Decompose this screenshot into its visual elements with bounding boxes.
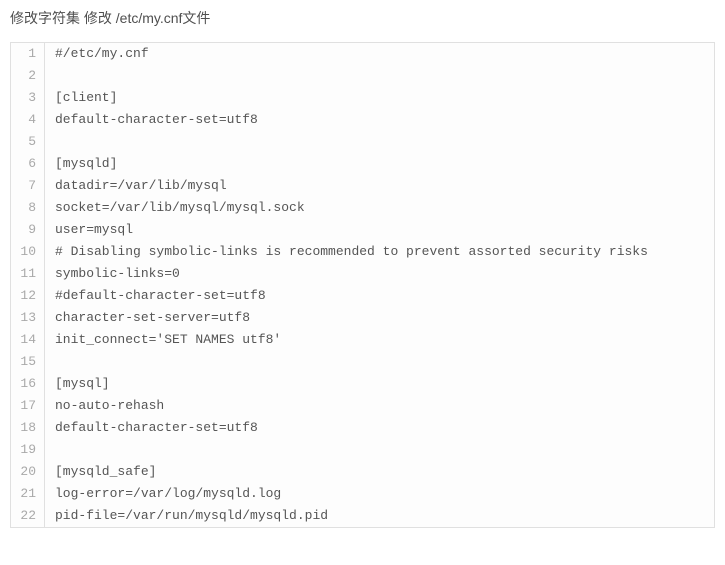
- code-row: 3[client]: [11, 87, 714, 109]
- code-line: user=mysql: [45, 219, 133, 241]
- code-row: 9user=mysql: [11, 219, 714, 241]
- line-number: 3: [11, 87, 45, 109]
- code-row: 7datadir=/var/lib/mysql: [11, 175, 714, 197]
- line-number: 15: [11, 351, 45, 373]
- code-row: 17no-auto-rehash: [11, 395, 714, 417]
- line-number: 8: [11, 197, 45, 219]
- line-number: 5: [11, 131, 45, 153]
- code-row: 13character-set-server=utf8: [11, 307, 714, 329]
- code-line: [mysqld_safe]: [45, 461, 156, 483]
- code-line: no-auto-rehash: [45, 395, 164, 417]
- code-line: [mysql]: [45, 373, 110, 395]
- code-row: 6[mysqld]: [11, 153, 714, 175]
- code-row: 20[mysqld_safe]: [11, 461, 714, 483]
- line-number: 4: [11, 109, 45, 131]
- code-line: init_connect='SET NAMES utf8': [45, 329, 281, 351]
- code-line: log-error=/var/log/mysqld.log: [45, 483, 281, 505]
- code-line: [client]: [45, 87, 117, 109]
- code-row: 16[mysql]: [11, 373, 714, 395]
- code-line: datadir=/var/lib/mysql: [45, 175, 227, 197]
- code-row: 18default-character-set=utf8: [11, 417, 714, 439]
- code-row: 5: [11, 131, 714, 153]
- code-block: 1#/etc/my.cnf23[client]4default-characte…: [10, 42, 715, 528]
- line-number: 21: [11, 483, 45, 505]
- line-number: 18: [11, 417, 45, 439]
- code-row: 4default-character-set=utf8: [11, 109, 714, 131]
- line-number: 2: [11, 65, 45, 87]
- code-line: pid-file=/var/run/mysqld/mysqld.pid: [45, 505, 328, 527]
- code-row: 11symbolic-links=0: [11, 263, 714, 285]
- line-number: 10: [11, 241, 45, 263]
- code-line: default-character-set=utf8: [45, 109, 258, 131]
- code-row: 8socket=/var/lib/mysql/mysql.sock: [11, 197, 714, 219]
- code-row: 2: [11, 65, 714, 87]
- line-number: 17: [11, 395, 45, 417]
- line-number: 9: [11, 219, 45, 241]
- line-number: 12: [11, 285, 45, 307]
- code-line: #/etc/my.cnf: [45, 43, 149, 65]
- code-line: symbolic-links=0: [45, 263, 180, 285]
- code-line: [45, 131, 55, 153]
- line-number: 20: [11, 461, 45, 483]
- line-number: 7: [11, 175, 45, 197]
- code-line: default-character-set=utf8: [45, 417, 258, 439]
- code-line: socket=/var/lib/mysql/mysql.sock: [45, 197, 305, 219]
- code-line: [45, 65, 55, 87]
- code-line: # Disabling symbolic-links is recommende…: [45, 241, 648, 263]
- code-row: 1#/etc/my.cnf: [11, 43, 714, 65]
- code-line: [45, 351, 55, 373]
- code-row: 15: [11, 351, 714, 373]
- line-number: 6: [11, 153, 45, 175]
- code-row: 21log-error=/var/log/mysqld.log: [11, 483, 714, 505]
- code-line: [45, 439, 55, 461]
- code-line: character-set-server=utf8: [45, 307, 250, 329]
- code-row: 19: [11, 439, 714, 461]
- line-number: 22: [11, 505, 45, 527]
- code-row: 12#default-character-set=utf8: [11, 285, 714, 307]
- code-row: 22pid-file=/var/run/mysqld/mysqld.pid: [11, 505, 714, 527]
- line-number: 11: [11, 263, 45, 285]
- code-row: 14init_connect='SET NAMES utf8': [11, 329, 714, 351]
- line-number: 19: [11, 439, 45, 461]
- line-number: 16: [11, 373, 45, 395]
- code-row: 10# Disabling symbolic-links is recommen…: [11, 241, 714, 263]
- section-heading: 修改字符集 修改 /etc/my.cnf文件: [0, 0, 725, 42]
- code-line: #default-character-set=utf8: [45, 285, 266, 307]
- line-number: 14: [11, 329, 45, 351]
- line-number: 13: [11, 307, 45, 329]
- line-number: 1: [11, 43, 45, 65]
- code-line: [mysqld]: [45, 153, 117, 175]
